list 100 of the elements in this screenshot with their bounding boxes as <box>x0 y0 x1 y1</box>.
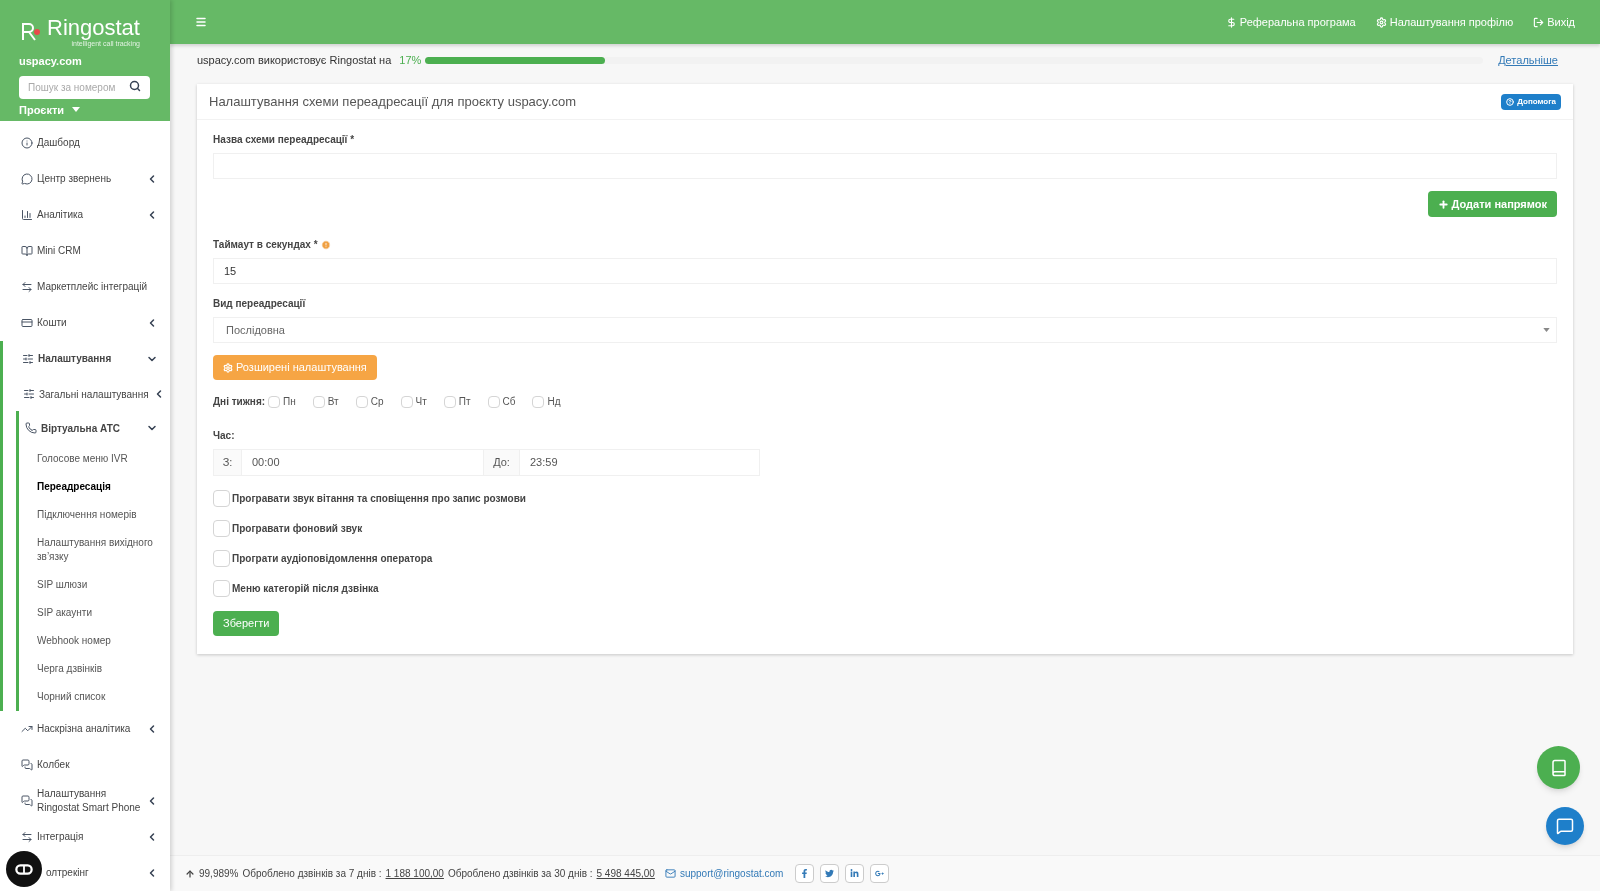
bar-chart-icon <box>21 209 33 221</box>
card-icon <box>21 317 33 329</box>
stats-label: Оброблено дзвінків за 7 днів : <box>242 867 382 881</box>
knowledge-base-button[interactable] <box>1537 746 1580 789</box>
sidebar-item[interactable]: Колбек <box>0 747 170 783</box>
checkbox[interactable] <box>443 395 456 408</box>
usage-percent: 17% <box>399 52 422 68</box>
checkbox[interactable] <box>268 395 281 408</box>
chat-button[interactable] <box>1546 807 1584 845</box>
checkbox[interactable] <box>400 395 413 408</box>
speech-bubble-icon <box>21 173 33 185</box>
from-label: З: <box>214 450 242 475</box>
arrows-icon <box>21 831 33 843</box>
weekday-label: Сб <box>502 395 516 409</box>
sidebar-item[interactable]: Центр звернень <box>0 161 170 197</box>
option-label: Меню категорій після дзвінка <box>232 581 379 596</box>
sidebar-item[interactable]: Аналітика <box>0 197 170 233</box>
chat-bubbles-icon <box>21 759 33 771</box>
book-icon <box>1549 758 1568 777</box>
sliders-icon <box>22 353 34 365</box>
help-icon <box>1506 97 1515 106</box>
phone-icon <box>25 422 37 434</box>
widget-button[interactable] <box>6 851 42 887</box>
option-label: Програвати звук вітання та сповіщення про запис розмови <box>232 491 526 506</box>
checkbox[interactable] <box>487 395 500 408</box>
chat-bubbles-icon <box>21 795 33 807</box>
linkedin-button[interactable] <box>845 864 865 883</box>
checkbox[interactable] <box>213 489 230 507</box>
arrow-up-icon <box>185 868 195 879</box>
book-icon <box>21 245 33 257</box>
checkbox[interactable] <box>532 395 545 408</box>
input-field[interactable]: 15 <box>213 258 1557 284</box>
sidebar-link[interactable]: SIP акаунти <box>19 599 170 627</box>
stats-value: 1 188 100,00 <box>385 867 444 881</box>
checkbox[interactable] <box>213 579 230 597</box>
brand-name: Ringostat <box>47 16 140 40</box>
facebook-button[interactable] <box>795 864 815 883</box>
sidebar-link[interactable]: Голосове меню IVR <box>19 445 170 473</box>
line-chart-icon <box>21 723 33 735</box>
field-label: Таймаут в секундах * <box>213 238 318 252</box>
weekday-label: Ср <box>370 395 384 409</box>
sidebar-link[interactable]: Черга дзвінків <box>19 655 170 683</box>
mail-icon <box>664 868 676 879</box>
option-label: Програвати фоновий звук <box>232 521 363 536</box>
twitter-icon <box>825 869 835 878</box>
card-title: Налаштування схеми переадресації для проєкту uspacy.com <box>209 92 577 111</box>
sidebar-item[interactable]: Кошти <box>0 305 170 341</box>
stats-label: Оброблено дзвінків за 30 днів : <box>447 867 593 881</box>
menu-icon[interactable] <box>195 16 207 28</box>
sidebar-item[interactable]: Дашборд <box>0 125 170 161</box>
option-label: Програти аудіоповідомлення оператора <box>232 551 433 566</box>
twitter-button[interactable] <box>820 864 840 883</box>
google-plus-icon <box>875 869 885 878</box>
weekday-label: Нд <box>547 395 561 409</box>
chat-icon <box>1556 817 1574 835</box>
stats-value: 5 498 445,00 <box>596 867 655 881</box>
uptime-text: 99,989% <box>199 867 239 881</box>
sidebar-item[interactable]: Налаштування Ringostat Smart Phone <box>0 783 170 819</box>
input-field[interactable]: 23:59 <box>520 450 759 475</box>
checkbox[interactable] <box>312 395 325 408</box>
sidebar-subitem[interactable]: Загальні налаштування <box>3 377 170 411</box>
sidebar-link[interactable]: Webhook номер <box>19 627 170 655</box>
caret-icon <box>1543 328 1550 332</box>
usage-text: uspacy.com використовує Ringostat на <box>197 52 392 68</box>
help-button[interactable]: Допомога <box>1501 93 1561 110</box>
sidebar-link[interactable]: SIP шлюзи <box>19 571 170 599</box>
sidebar-link[interactable]: Налаштування вихідного зв’язку <box>19 529 170 571</box>
dollar-icon <box>1225 16 1237 28</box>
google-plus-button[interactable] <box>870 864 890 883</box>
caret-icon <box>72 107 81 113</box>
select-field[interactable]: Послідовна <box>213 317 1557 343</box>
sidebar-subitem[interactable]: Віртуальна АТС <box>19 411 170 445</box>
weekday-label: Вт <box>327 395 339 409</box>
sliders-icon <box>23 388 35 400</box>
checkbox[interactable] <box>355 395 368 408</box>
arrows-icon <box>21 281 33 293</box>
gear-icon <box>223 362 233 373</box>
sidebar-item[interactable]: Маркетплейс інтеграцій <box>0 269 170 305</box>
sidebar-item[interactable]: Інтеграція <box>0 819 170 855</box>
sidebar-item[interactable]: Mini CRM <box>0 233 170 269</box>
checkbox[interactable] <box>213 549 230 567</box>
sidebar-item[interactable]: Налаштування <box>3 341 170 377</box>
sidebar-link[interactable]: Чорний список <box>19 683 170 711</box>
info-icon <box>21 137 33 149</box>
weekday-label: Пн <box>283 395 296 409</box>
project-name: uspacy.com <box>19 54 83 69</box>
sidebar-link[interactable]: Переадресація <box>19 473 170 501</box>
search-field[interactable]: Пошук за номером <box>19 75 150 99</box>
checkbox[interactable] <box>213 519 230 537</box>
sidebar-link[interactable]: Підключення номерів <box>19 501 170 529</box>
support-email-link[interactable]: support@ringostat.com <box>679 866 784 881</box>
plus-icon <box>1437 198 1449 210</box>
search-icon <box>129 79 141 92</box>
to-label: До: <box>484 450 520 475</box>
sidebar-item[interactable]: Наскрізна аналітика <box>0 711 170 747</box>
sidebar-item[interactable]: олтрекінг <box>0 855 170 891</box>
details-link[interactable]: Детальніше <box>1498 51 1558 69</box>
linkedin-icon <box>850 869 860 878</box>
gears-icon <box>1375 16 1387 28</box>
weekday-label: Пт <box>458 395 471 409</box>
